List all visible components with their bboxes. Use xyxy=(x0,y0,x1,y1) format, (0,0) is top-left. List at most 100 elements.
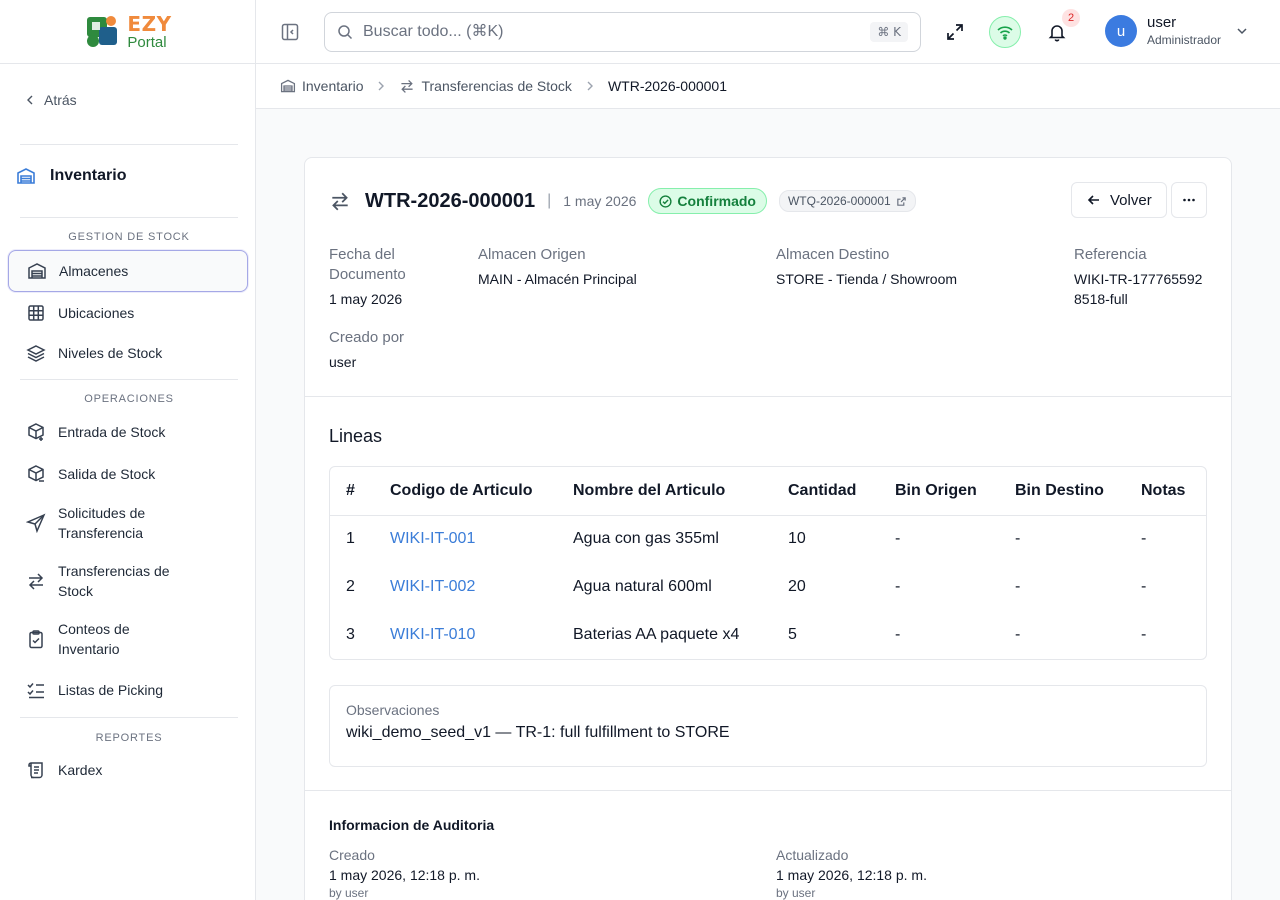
cell-name: Baterias AA paquete x4 xyxy=(573,626,740,643)
sidebar-item-label: Almacenes xyxy=(59,263,129,279)
clipboard-check-icon xyxy=(29,630,43,649)
sidebar-item-entrada-stock[interactable]: Entrada de Stock xyxy=(8,421,248,443)
card-divider xyxy=(305,396,1231,397)
sidebar-item-label: Solicitudes de Transferencia xyxy=(58,505,146,541)
sidebar-item-label: Kardex xyxy=(58,762,103,778)
sidebar-divider xyxy=(20,217,238,218)
audit-updated: Actualizado 1 may 2026, 12:18 p. m. by u… xyxy=(776,845,927,900)
column-header: # xyxy=(330,467,390,516)
back-link[interactable]: Atrás xyxy=(24,92,77,108)
sidebar-item-kardex[interactable]: Kardex xyxy=(8,759,248,781)
field-label: Fecha del Documento xyxy=(329,246,406,283)
field-value: 1 may 2026 xyxy=(329,291,403,307)
sidebar-divider xyxy=(20,717,238,718)
item-code-link[interactable]: WIKI-IT-010 xyxy=(390,626,475,643)
chevron-right-icon xyxy=(587,81,593,91)
audit-label: Creado xyxy=(329,847,375,863)
package-plus-icon xyxy=(28,423,44,441)
search-icon xyxy=(338,25,353,40)
sidebar: EZY Portal Atrás Inventario GESTION DE S… xyxy=(0,0,256,900)
column-header: Codigo de Articulo xyxy=(390,467,573,516)
sidebar-item-label: Niveles de Stock xyxy=(58,345,163,361)
table-row: 2 WIKI-IT-002 Agua natural 600ml 20 - - … xyxy=(330,563,1206,611)
sidebar-item-solicitudes-transferencia[interactable]: Solicitudes de Transferencia xyxy=(8,503,248,545)
field-origin-warehouse: Almacen Origen MAIN - Almacén Principal xyxy=(478,245,758,289)
sidebar-item-almacenes[interactable]: Almacenes xyxy=(8,250,248,292)
sidebar-section-label: Inventario xyxy=(50,167,127,184)
back-button-label: Volver xyxy=(1110,191,1152,209)
chevron-left-icon xyxy=(27,95,33,105)
panel-left-icon xyxy=(281,23,299,41)
more-horizontal-icon xyxy=(1183,198,1195,202)
cell-notes: - xyxy=(1141,530,1147,548)
request-reference-link[interactable]: WTQ-2026-000001 xyxy=(778,190,916,212)
search-input[interactable] xyxy=(363,23,871,41)
fullscreen-button[interactable] xyxy=(939,16,971,48)
audit-created: Creado 1 may 2026, 12:18 p. m. by user xyxy=(329,845,480,900)
sidebar-item-transferencias-stock[interactable]: Transferencias de Stock xyxy=(8,561,248,603)
sidebar-section-title: Inventario xyxy=(16,166,126,186)
item-code-link[interactable]: WIKI-IT-001 xyxy=(390,530,475,547)
field-value: WIKI-TR-1777655928518-full xyxy=(1074,271,1203,307)
title-separator: | xyxy=(547,192,552,209)
breadcrumb-item-transferencias[interactable]: Transferencias de Stock xyxy=(399,78,572,94)
arrows-left-right-icon xyxy=(332,192,348,211)
sidebar-toggle-button[interactable] xyxy=(280,22,300,47)
card-divider xyxy=(305,790,1231,791)
scroll-icon xyxy=(28,762,43,779)
topbar: ⌘ K 2 u user Administrador xyxy=(256,0,1280,64)
audit-title: Informacion de Auditoria xyxy=(329,817,495,833)
user-menu[interactable]: u user Administrador xyxy=(1105,14,1249,48)
sidebar-item-label: Conteos de Inventario xyxy=(58,621,130,657)
breadcrumb-item-inventario[interactable]: Inventario xyxy=(280,78,363,94)
audit-by: by user xyxy=(776,886,816,900)
cell-qty: 20 xyxy=(788,578,806,595)
column-header: Bin Destino xyxy=(1015,467,1141,516)
page-title: WTR-2026-000001 xyxy=(365,189,536,212)
cell-qty: 5 xyxy=(788,626,797,643)
field-label: Almacen Destino xyxy=(776,246,890,263)
group-label-stock: GESTION DE STOCK xyxy=(68,231,190,243)
sidebar-item-conteos-inventario[interactable]: Conteos de Inventario xyxy=(8,619,248,661)
cell-num: 3 xyxy=(346,626,355,643)
brand-logo[interactable]: EZY Portal xyxy=(83,13,171,51)
expand-icon xyxy=(947,24,963,40)
list-checks-icon xyxy=(27,683,44,699)
back-button[interactable]: Volver xyxy=(1071,182,1167,218)
warehouse-icon xyxy=(28,263,46,279)
chevron-right-icon xyxy=(378,81,385,91)
group-label-reportes: REPORTES xyxy=(95,732,163,744)
cell-bin-to: - xyxy=(1015,530,1021,548)
sidebar-item-salida-stock[interactable]: Salida de Stock xyxy=(8,463,248,485)
field-value: STORE - Tienda / Showroom xyxy=(776,271,958,287)
field-value: user xyxy=(329,354,357,370)
grid-icon xyxy=(28,305,44,321)
cell-qty: 10 xyxy=(788,530,806,548)
audit-value: 1 may 2026, 12:18 p. m. xyxy=(329,867,480,883)
audit-label: Actualizado xyxy=(776,847,849,863)
logo-area: EZY Portal xyxy=(0,0,255,64)
field-document-date: Fecha del Documento 1 may 2026 xyxy=(329,245,429,309)
cell-name: Agua con gas 355ml xyxy=(573,530,719,548)
sidebar-item-niveles-stock[interactable]: Niveles de Stock xyxy=(8,342,248,364)
sidebar-item-label: Transferencias de Stock xyxy=(58,563,170,599)
table-header-row: # Codigo de Articulo Nombre del Articulo… xyxy=(330,467,1206,516)
audit-value: 1 may 2026, 12:18 p. m. xyxy=(776,867,927,883)
sidebar-item-listas-picking[interactable]: Listas de Picking xyxy=(8,679,248,701)
group-label-operaciones: OPERACIONES xyxy=(84,393,174,405)
transfer-detail-card: WTR-2026-000001 | 1 may 2026 Confirmado … xyxy=(304,157,1232,900)
logo-icon xyxy=(87,15,118,47)
field-label: Creado por xyxy=(329,329,405,346)
sidebar-item-ubicaciones[interactable]: Ubicaciones xyxy=(8,302,248,324)
column-header: Notas xyxy=(1141,467,1206,516)
sidebar-item-label: Listas de Picking xyxy=(58,682,164,698)
arrows-left-right-icon xyxy=(401,79,414,93)
more-actions-button[interactable] xyxy=(1171,182,1207,218)
sidebar-item-label: Salida de Stock xyxy=(58,466,156,482)
item-code-link[interactable]: WIKI-IT-002 xyxy=(390,578,475,595)
request-reference-label: WTQ-2026-000001 xyxy=(787,194,891,208)
cell-num: 1 xyxy=(346,530,355,548)
search-box[interactable]: ⌘ K xyxy=(324,12,921,52)
connection-status-button[interactable] xyxy=(989,16,1021,48)
bell-icon xyxy=(1048,25,1066,42)
